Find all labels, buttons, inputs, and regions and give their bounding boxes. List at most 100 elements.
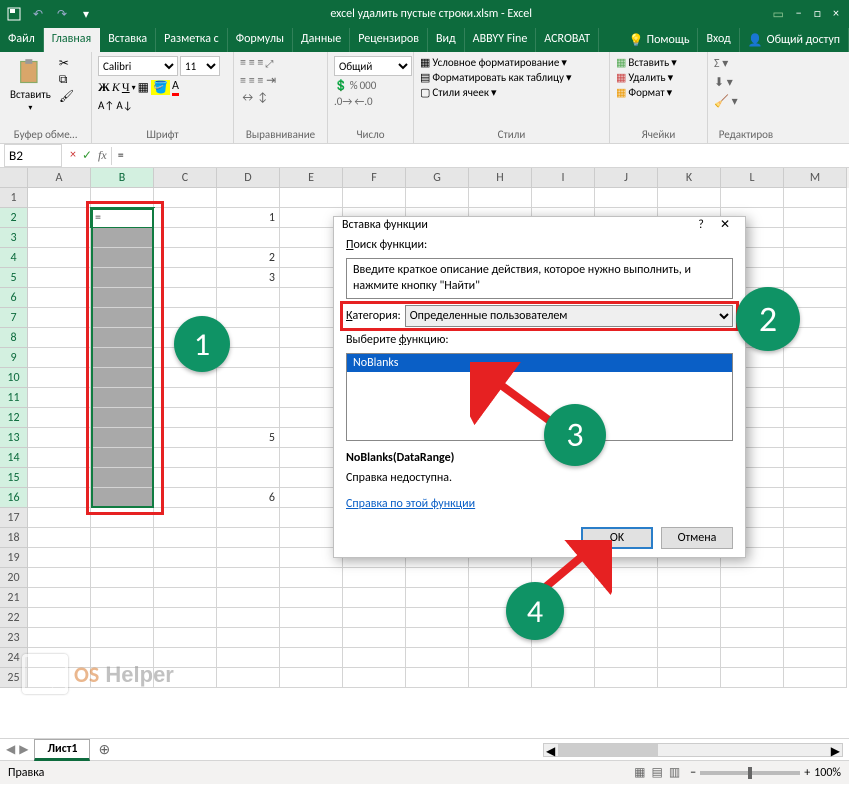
cell-C20[interactable] — [154, 568, 217, 588]
tab-data[interactable]: Данные — [293, 28, 350, 52]
col-header-K[interactable]: K — [658, 168, 721, 188]
row-header-13[interactable]: 13 — [0, 428, 28, 448]
cell-M12[interactable] — [784, 408, 847, 428]
cell-A18[interactable] — [28, 528, 91, 548]
cell-L20[interactable] — [721, 568, 784, 588]
cancel-icon[interactable]: × — [70, 148, 76, 163]
col-header-B[interactable]: B — [91, 168, 154, 188]
row-header-11[interactable]: 11 — [0, 388, 28, 408]
row-header-16[interactable]: 16 — [0, 488, 28, 508]
cell-K25[interactable] — [658, 668, 721, 688]
formula-input[interactable]: = — [111, 147, 849, 165]
row-header-7[interactable]: 7 — [0, 308, 28, 328]
cell-L1[interactable] — [721, 188, 784, 208]
delete-cells[interactable]: ▦ Удалить ▾ — [616, 71, 673, 84]
cell-F1[interactable] — [343, 188, 406, 208]
minimize-button[interactable]: − — [796, 7, 802, 22]
cell-B11[interactable] — [91, 388, 154, 408]
format-painter-icon[interactable]: 🖌 — [59, 89, 74, 104]
category-select[interactable]: Определенные пользователем — [405, 305, 733, 327]
cell-A1[interactable] — [28, 188, 91, 208]
cell-K1[interactable] — [658, 188, 721, 208]
cell-D20[interactable] — [217, 568, 280, 588]
cell-A7[interactable] — [28, 308, 91, 328]
cell-A16[interactable] — [28, 488, 91, 508]
row-header-8[interactable]: 8 — [0, 328, 28, 348]
cell-C17[interactable] — [154, 508, 217, 528]
cell-D22[interactable] — [217, 608, 280, 628]
cell-F22[interactable] — [343, 608, 406, 628]
cell-A19[interactable] — [28, 548, 91, 568]
cell-B8[interactable] — [91, 328, 154, 348]
col-header-C[interactable]: C — [154, 168, 217, 188]
cell-B20[interactable] — [91, 568, 154, 588]
horizontal-scrollbar[interactable]: ◀▶ — [118, 743, 849, 757]
cell-K23[interactable] — [658, 628, 721, 648]
cell-L23[interactable] — [721, 628, 784, 648]
cell-I24[interactable] — [532, 648, 595, 668]
row-header-22[interactable]: 22 — [0, 608, 28, 628]
cell-E1[interactable] — [280, 188, 343, 208]
cut-icon[interactable]: ✂ — [59, 56, 74, 71]
cell-A3[interactable] — [28, 228, 91, 248]
cell-L22[interactable] — [721, 608, 784, 628]
cell-M3[interactable] — [784, 228, 847, 248]
cancel-button[interactable]: Отмена — [661, 527, 733, 549]
cell-D12[interactable] — [217, 408, 280, 428]
save-icon[interactable] — [6, 6, 22, 22]
qat-dropdown-icon[interactable]: ▾ — [78, 6, 94, 22]
cell-C21[interactable] — [154, 588, 217, 608]
cell-A12[interactable] — [28, 408, 91, 428]
tab-view[interactable]: Вид — [428, 28, 465, 52]
cell-M16[interactable] — [784, 488, 847, 508]
dialog-titlebar[interactable]: Вставка функции ? ✕ — [334, 217, 745, 232]
col-header-E[interactable]: E — [280, 168, 343, 188]
col-header-D[interactable]: D — [217, 168, 280, 188]
row-header-17[interactable]: 17 — [0, 508, 28, 528]
cell-G20[interactable] — [406, 568, 469, 588]
cell-M1[interactable] — [784, 188, 847, 208]
cell-H1[interactable] — [469, 188, 532, 208]
cell-C12[interactable] — [154, 408, 217, 428]
cell-F25[interactable] — [343, 668, 406, 688]
cell-E21[interactable] — [280, 588, 343, 608]
cell-D5[interactable]: 3 — [217, 268, 280, 288]
cell-D17[interactable] — [217, 508, 280, 528]
view-pagebreak-icon[interactable]: ▥ — [669, 765, 680, 780]
cell-H24[interactable] — [469, 648, 532, 668]
row-header-4[interactable]: 4 — [0, 248, 28, 268]
cell-K21[interactable] — [658, 588, 721, 608]
cell-D23[interactable] — [217, 628, 280, 648]
cell-E20[interactable] — [280, 568, 343, 588]
row-header-20[interactable]: 20 — [0, 568, 28, 588]
number-format[interactable]: Общий — [334, 56, 412, 76]
row-header-1[interactable]: 1 — [0, 188, 28, 208]
cell-A2[interactable] — [28, 208, 91, 228]
cell-B10[interactable] — [91, 368, 154, 388]
cell-M19[interactable] — [784, 548, 847, 568]
row-header-6[interactable]: 6 — [0, 288, 28, 308]
zoom-in-icon[interactable]: + — [804, 766, 810, 780]
share-button[interactable]: 👤Общий доступ — [740, 28, 849, 52]
row-header-9[interactable]: 9 — [0, 348, 28, 368]
col-header-H[interactable]: H — [469, 168, 532, 188]
signin[interactable]: Вход — [698, 28, 739, 52]
row-header-18[interactable]: 18 — [0, 528, 28, 548]
cell-B16[interactable] — [91, 488, 154, 508]
cell-B21[interactable] — [91, 588, 154, 608]
tab-abbyy[interactable]: ABBYY Fine — [465, 28, 537, 52]
cell-D6[interactable] — [217, 288, 280, 308]
format-as-table[interactable]: ▤ Форматировать как таблицу ▾ — [420, 71, 571, 84]
cell-M5[interactable] — [784, 268, 847, 288]
tab-layout[interactable]: Разметка с — [156, 28, 228, 52]
select-all[interactable] — [0, 168, 28, 188]
font-size[interactable]: 11 — [180, 56, 220, 76]
add-sheet-button[interactable]: ⊕ — [90, 741, 118, 758]
tab-file[interactable]: Файл — [0, 28, 44, 52]
row-header-5[interactable]: 5 — [0, 268, 28, 288]
view-normal-icon[interactable]: ▦ — [634, 765, 645, 780]
bold-button[interactable]: Ж — [98, 80, 110, 95]
format-cells[interactable]: ▦ Формат ▾ — [616, 86, 672, 99]
cell-M11[interactable] — [784, 388, 847, 408]
cell-B15[interactable] — [91, 468, 154, 488]
